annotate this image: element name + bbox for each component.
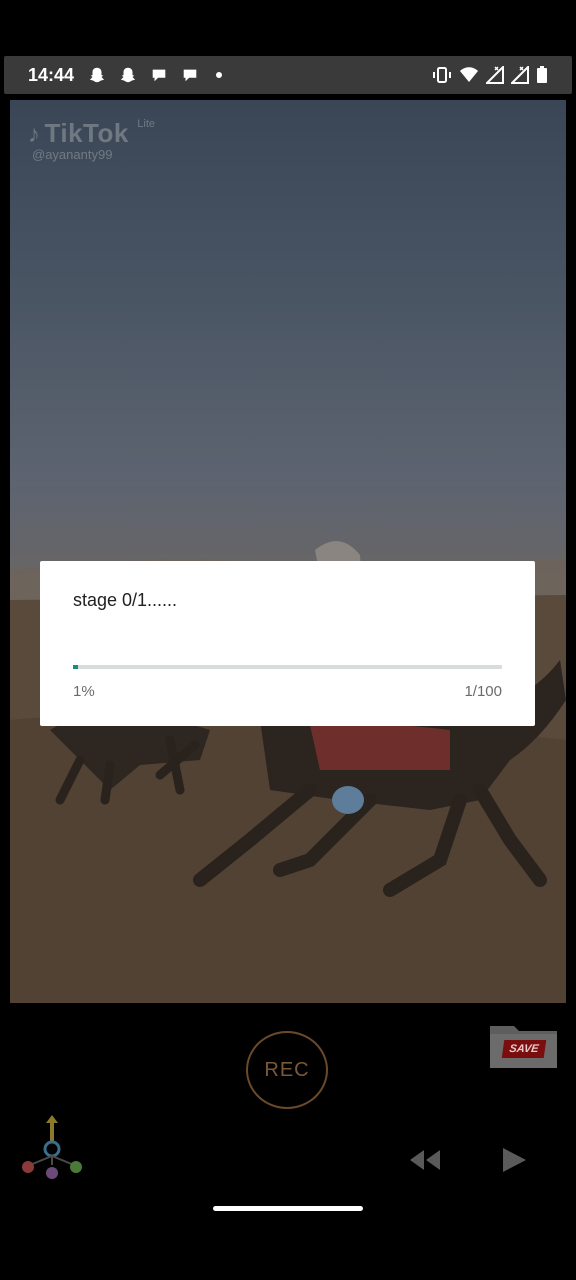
rewind-icon[interactable] xyxy=(408,1148,442,1172)
progress-percent: 1% xyxy=(73,683,95,700)
chat-icon xyxy=(183,69,197,82)
chat-icon xyxy=(152,69,166,82)
watermark-variant: Lite xyxy=(137,118,156,130)
snapchat-icon xyxy=(120,67,136,83)
video-preview[interactable]: ♪ TikTok Lite @ayananty99 xyxy=(10,100,566,1003)
battery-icon xyxy=(537,66,547,83)
progress-dialog: stage 0/1...... 1% 1/100 xyxy=(40,561,535,726)
status-time: 14:44 xyxy=(28,64,75,85)
video-frame-illustration xyxy=(10,541,566,1003)
play-icon[interactable] xyxy=(500,1146,528,1174)
progress-count: 1/100 xyxy=(464,683,502,700)
save-button-label: SAVE xyxy=(501,1040,547,1058)
vibrate-icon xyxy=(433,67,451,83)
dot-icon xyxy=(216,72,223,78)
record-button[interactable]: REC xyxy=(246,1031,328,1109)
watermark-username: @ayananty99 xyxy=(32,147,113,162)
snapchat-icon xyxy=(89,67,105,83)
progress-bar-fill xyxy=(73,665,79,669)
signal-icon xyxy=(486,66,504,84)
record-button-label: REC xyxy=(264,1058,310,1081)
dialog-message: stage 0/1...... xyxy=(73,590,178,610)
signal-icon xyxy=(511,66,529,84)
status-bar: 14:44 xyxy=(4,56,572,94)
watermark-brand: TikTok xyxy=(44,118,129,148)
progress-bar xyxy=(73,665,502,669)
wifi-icon xyxy=(460,67,478,82)
share-tree-icon[interactable] xyxy=(20,1113,84,1181)
tiktok-watermark: ♪ TikTok Lite @ayananty99 xyxy=(28,118,155,162)
save-button[interactable]: SAVE xyxy=(488,1020,559,1070)
tiktok-logo-icon: ♪ xyxy=(28,121,40,148)
home-indicator[interactable] xyxy=(213,1206,363,1211)
